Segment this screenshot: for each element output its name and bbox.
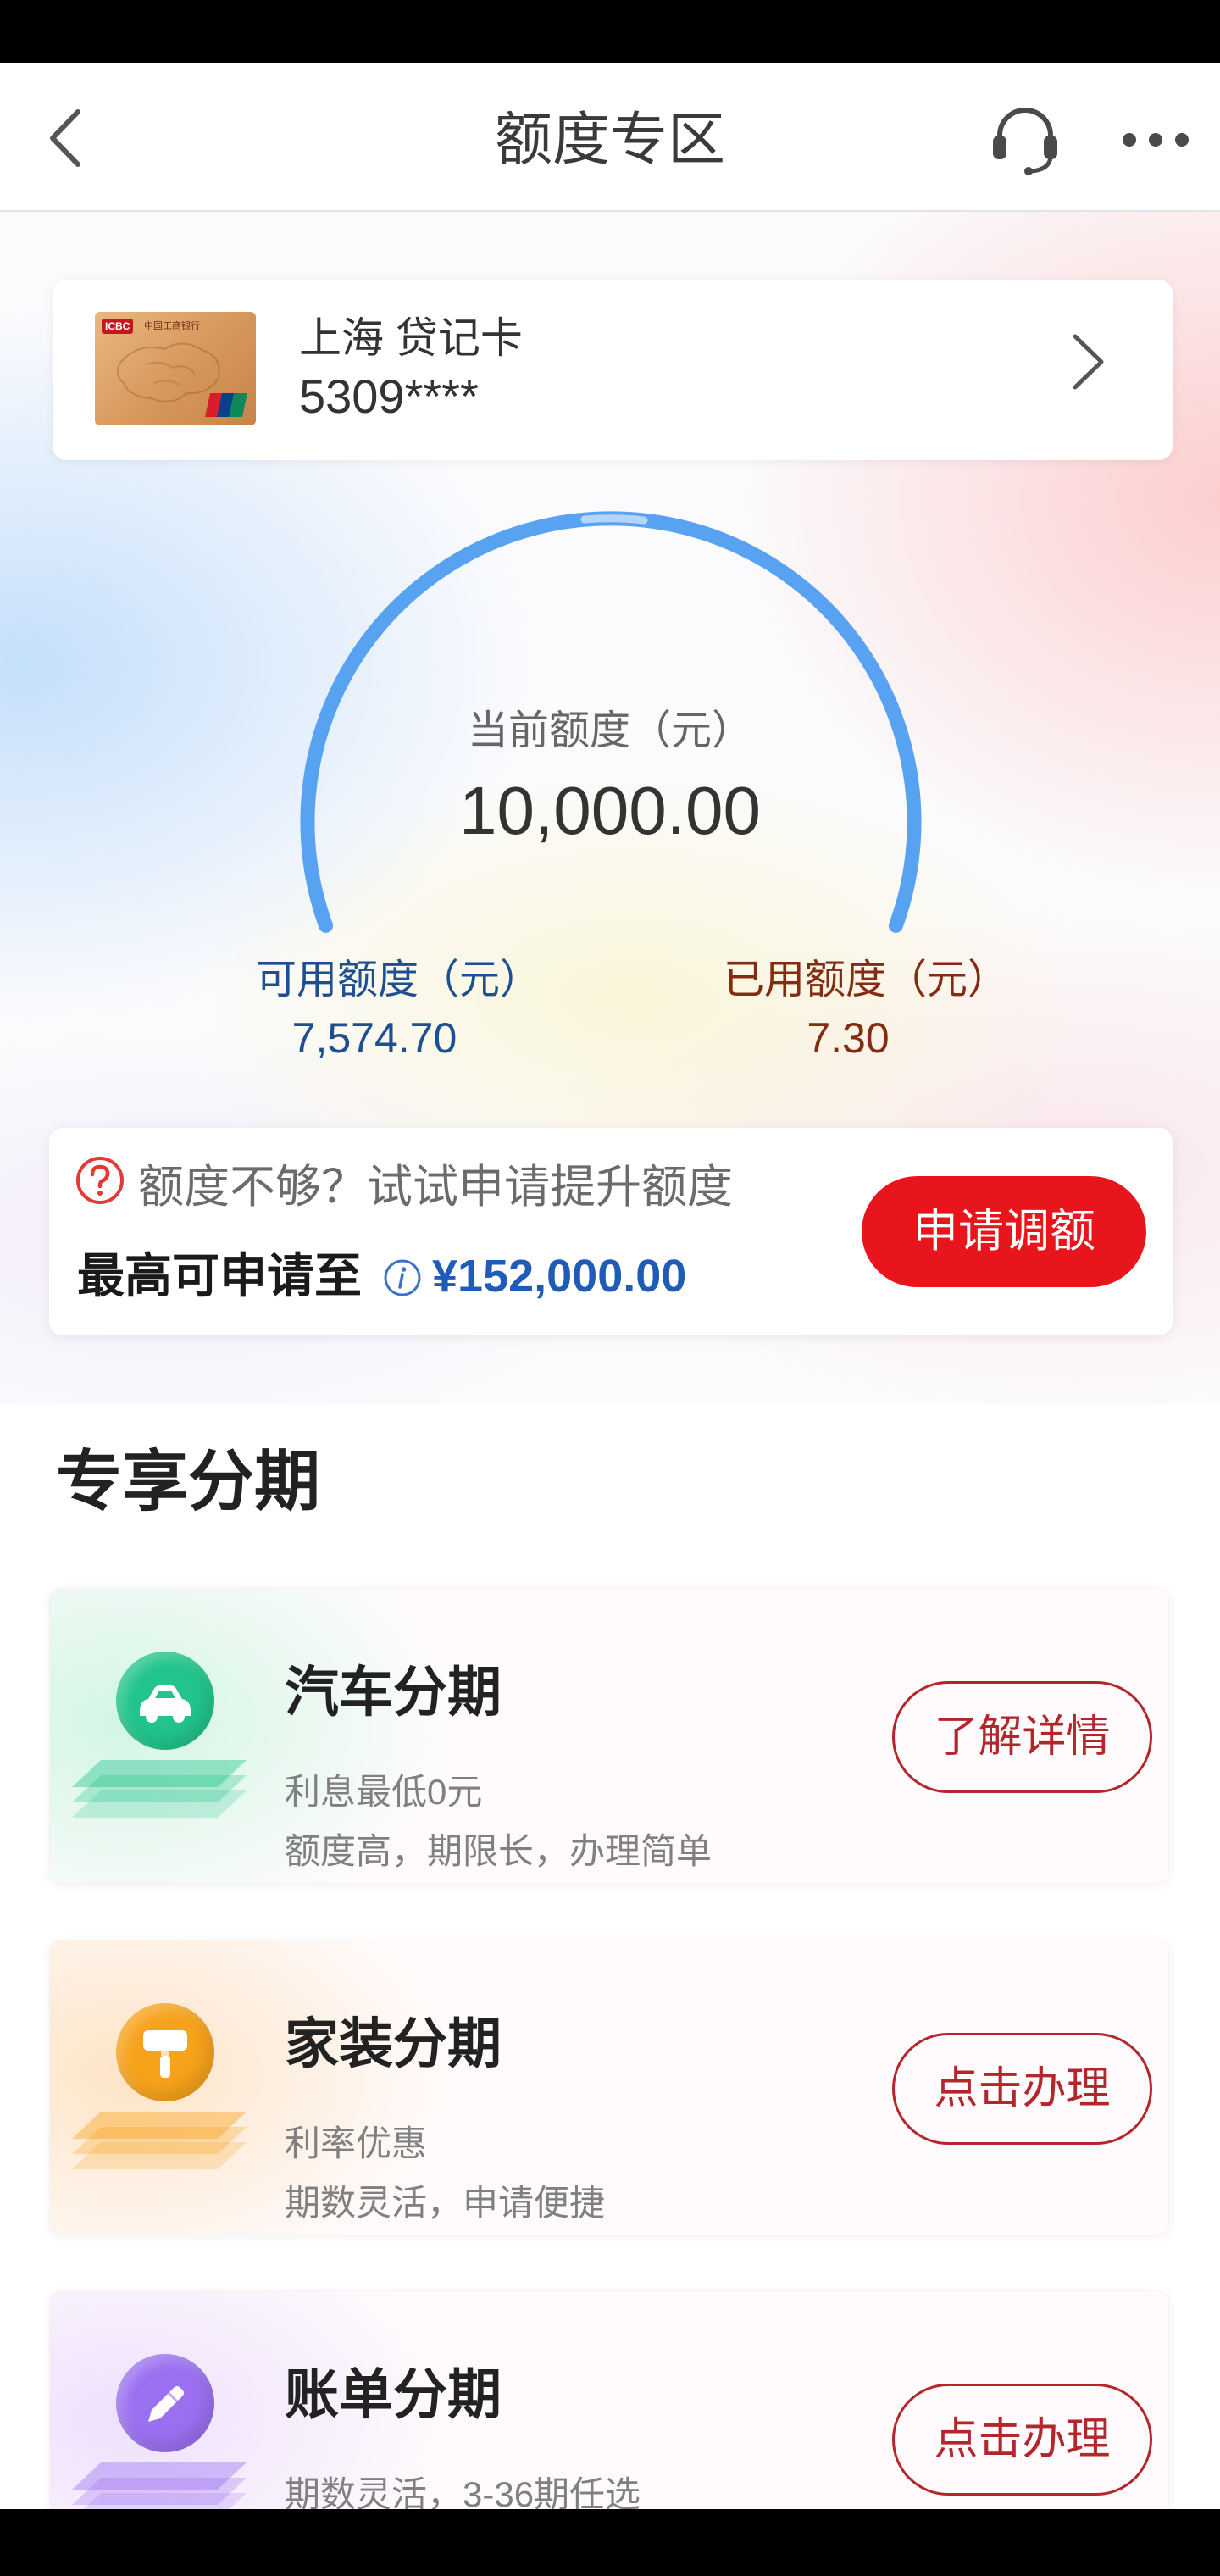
status-bar xyxy=(0,0,1220,63)
apply-now-button[interactable]: 点击办理 xyxy=(892,2033,1152,2145)
paint-roller-icon xyxy=(143,2030,187,2078)
product-highlight: 利率优惠 xyxy=(285,2124,428,2163)
bank-name: 中国工商银行 xyxy=(144,321,200,331)
product-title: 账单分期 xyxy=(285,2364,502,2425)
card-number: 5309**** xyxy=(299,369,479,423)
learn-more-button[interactable]: 了解详情 xyxy=(892,1681,1152,1793)
info-icon[interactable] xyxy=(383,1258,422,1297)
platform-illustration xyxy=(72,1760,247,1818)
limit-increase-prompt: 额度不够？试试申请提升额度 xyxy=(138,1162,733,1213)
product-highlight: 利息最低0元 xyxy=(285,1772,483,1812)
available-limit-value: 7,574.70 xyxy=(291,1014,458,1062)
gauge-highlight xyxy=(580,514,648,525)
screen: 额度专区 ICBC 中国工商银行 上海 贷记卡 5309**** 当前额度（元）… xyxy=(0,0,1220,2576)
used-limit-value: 7.30 xyxy=(807,1014,890,1062)
apply-now-button[interactable]: 点击办理 xyxy=(892,2384,1152,2496)
current-limit-value: 10,000.00 xyxy=(459,773,761,848)
current-limit-label: 当前额度（元） xyxy=(467,708,752,753)
header: 额度专区 xyxy=(0,63,1220,212)
product-description: 额度高，期限长，办理简单 xyxy=(285,1831,713,1871)
platform-illustration xyxy=(72,2112,247,2169)
paint-roller-icon-badge xyxy=(116,2003,214,2101)
bank-logo: ICBC xyxy=(102,319,134,334)
product-description: 期数灵活，申请便捷 xyxy=(285,2183,606,2223)
product-title: 家装分期 xyxy=(285,2013,502,2074)
card-name: 上海 贷记卡 xyxy=(299,314,523,362)
product-card-car-installment: 汽车分期 利息最低0元 额度高，期限长，办理简单 了解详情 xyxy=(49,1588,1169,1884)
section-title: 专享分期 xyxy=(56,1444,321,1518)
product-card-home-renovation-installment: 家装分期 利率优惠 期数灵活，申请便捷 点击办理 xyxy=(49,1940,1169,2235)
headset-icon xyxy=(993,108,1057,175)
car-icon xyxy=(140,1685,191,1723)
chevron-right-icon xyxy=(1073,334,1104,390)
available-limit-label: 可用额度（元） xyxy=(255,958,541,1002)
pencil-icon-badge xyxy=(116,2354,214,2452)
customer-service-button[interactable] xyxy=(984,97,1066,178)
limit-increase-card: 额度不够？试试申请提升额度 最高可申请至 ¥152,000.00 申请调额 xyxy=(49,1128,1173,1335)
max-limit-label: 最高可申请至 xyxy=(77,1249,362,1302)
card-selector[interactable]: ICBC 中国工商银行 上海 贷记卡 5309**** xyxy=(53,280,1173,460)
more-button[interactable] xyxy=(1113,114,1198,165)
max-limit-value: ¥152,000.00 xyxy=(432,1251,687,1302)
question-circle-icon xyxy=(76,1157,124,1204)
more-dots-icon xyxy=(1123,133,1189,147)
unionpay-logo xyxy=(205,393,247,417)
used-limit-label: 已用额度（元） xyxy=(723,958,1008,1002)
car-icon-badge xyxy=(116,1652,214,1750)
pencil-icon xyxy=(148,2386,184,2422)
product-title: 汽车分期 xyxy=(285,1662,502,1723)
system-navigation-bar xyxy=(0,2509,1220,2576)
apply-limit-increase-button[interactable]: 申请调额 xyxy=(862,1176,1146,1287)
credit-card-image: ICBC 中国工商银行 xyxy=(95,312,256,425)
